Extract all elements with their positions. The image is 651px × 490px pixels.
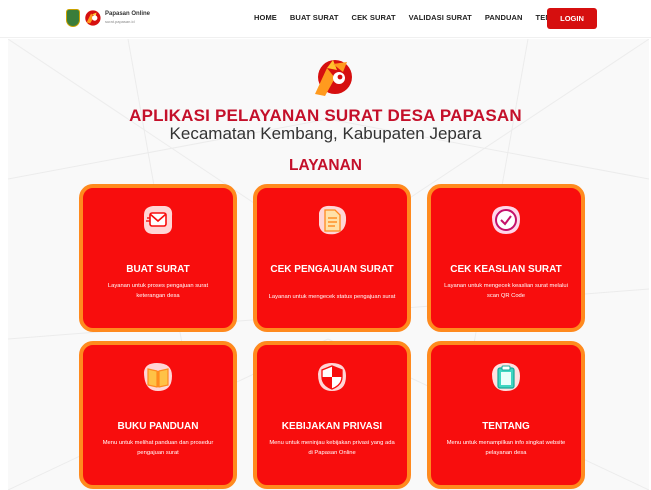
service-card-buat-surat[interactable]: BUAT SURAT Layanan untuk proses pengajua…	[79, 184, 237, 332]
nav-buat-surat[interactable]: BUAT SURAT	[290, 13, 339, 22]
nav-home[interactable]: HOME	[254, 13, 277, 22]
shield-icon	[318, 363, 346, 391]
services-section-title: LAYANAN	[289, 157, 362, 174]
service-card-cek-keaslian-surat[interactable]: CEK KEASLIAN SURAT Layanan untuk mengece…	[427, 184, 585, 332]
regency-crest-icon	[66, 9, 80, 27]
card-description: Layanan untuk proses pengajuan surat ket…	[107, 283, 209, 299]
card-title: CEK PENGAJUAN SURAT	[270, 264, 394, 275]
card-title: TENTANG	[482, 421, 530, 432]
papasan-logo-icon	[85, 10, 101, 26]
card-title: BUAT SURAT	[126, 264, 190, 275]
service-card-kebijakan-privasi[interactable]: KEBIJAKAN PRIVASI Menu untuk meninjau ke…	[253, 341, 411, 489]
document-icon	[319, 205, 347, 235]
brand-logo-link[interactable]: Papasan Online surat.papasan.id	[66, 9, 150, 27]
login-button[interactable]: LOGIN	[547, 8, 597, 29]
card-description: Menu untuk melihat panduan dan prosedur …	[102, 440, 214, 456]
service-card-buku-panduan[interactable]: BUKU PANDUAN Menu untuk melihat panduan …	[79, 341, 237, 489]
brand-subtitle: surat.papasan.id	[105, 19, 135, 24]
card-description: Layanan untuk mengecek keaslian surat me…	[444, 283, 568, 299]
check-circle-icon	[492, 206, 520, 234]
app-subtitle: Kecamatan Kembang, Kabupaten Jepara	[169, 124, 482, 143]
book-icon	[144, 363, 172, 391]
service-card-tentang[interactable]: TENTANG Menu untuk menampilkan info sing…	[427, 341, 585, 489]
top-navbar: Papasan Online surat.papasan.id HOME BUA…	[0, 0, 651, 38]
card-title: KEBIJAKAN PRIVASI	[281, 421, 383, 432]
nav-panduan[interactable]: PANDUAN	[485, 13, 523, 22]
papasan-hero-logo-icon	[315, 60, 352, 96]
main-nav: HOME BUAT SURAT CEK SURAT VALIDASI SURAT…	[254, 13, 585, 22]
brand-title: Papasan Online	[105, 11, 151, 17]
card-description: Layanan untuk mengecek status pengajuan …	[268, 294, 396, 300]
mail-icon	[144, 206, 173, 234]
card-title: BUKU PANDUAN	[117, 421, 199, 432]
nav-cek-surat[interactable]: CEK SURAT	[352, 13, 396, 22]
card-description: Menu untuk menampilkan info singkat webs…	[446, 440, 566, 456]
app-title: APLIKASI PELAYANAN SURAT DESA PAPASAN	[129, 106, 522, 125]
clipboard-icon	[492, 363, 520, 391]
nav-validasi-surat[interactable]: VALIDASI SURAT	[409, 13, 472, 22]
service-card-cek-pengajuan-surat[interactable]: CEK PENGAJUAN SURAT Layanan untuk mengec…	[253, 184, 411, 332]
card-title: CEK KEASLIAN SURAT	[450, 264, 562, 275]
card-description: Menu untuk meninjau kebijakan privasi ya…	[269, 440, 395, 456]
